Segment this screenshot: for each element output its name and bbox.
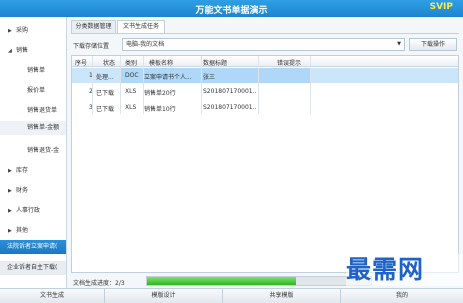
- nav-mine[interactable]: 我的: [341, 289, 463, 303]
- bottom-nav: 文书生成 模版设计 共享模版 我的: [0, 288, 463, 303]
- nav-document-generate[interactable]: 文书生成: [0, 289, 105, 303]
- table-header: 序号 状态 类别 模板名称 数据标题 错误提示: [72, 56, 458, 67]
- cell-template: 销售单10行: [144, 106, 176, 113]
- column-divider: [92, 56, 93, 114]
- sidebar-category-label: 财务: [16, 187, 29, 194]
- progress-track: [146, 276, 372, 286]
- column-header-data-title[interactable]: 数据标题: [203, 58, 227, 67]
- triangle-right-icon: ▶: [8, 28, 12, 34]
- sidebar-category-label: 人事行政: [16, 207, 41, 214]
- triangle-right-icon: ▶: [8, 208, 12, 214]
- sidebar-category-label: 库存: [16, 167, 29, 174]
- chevron-down-icon: ▼: [397, 41, 401, 47]
- window-title: 万能文书单据演示: [195, 6, 268, 16]
- cell-type: XLS: [125, 88, 137, 95]
- tab-category-data[interactable]: 分类数据管理: [71, 20, 116, 33]
- sidebar-item-sales-return[interactable]: 销售退货单: [0, 105, 66, 114]
- sidebar-category-hr[interactable]: ▶ 人事行政: [0, 205, 66, 214]
- sidebar-item-sales-order[interactable]: 销售单: [0, 65, 66, 74]
- triangle-down-icon: ◢: [8, 48, 12, 54]
- sidebar-item-court-filing[interactable]: 法院诉者立案申请(: [0, 240, 66, 254]
- download-toolbar: 下载存储位置 电脑-我的文档 ▼ 下载操作: [71, 38, 459, 51]
- sidebar-category-other[interactable]: ▶ 其他: [0, 225, 66, 234]
- column-divider: [201, 56, 202, 114]
- task-table: 序号 状态 类别 模板名称 数据标题 错误提示 1 处理... DOC 立案申请…: [71, 55, 459, 273]
- cell-data-title: 张三: [203, 74, 216, 81]
- sidebar-category-label: 其他: [16, 227, 29, 234]
- table-row[interactable]: 1 处理... DOC 立案申请书个人... 张三: [72, 68, 458, 83]
- title-bar: 万能文书单据演示 SVIP: [0, 0, 463, 17]
- nav-template-design[interactable]: 模版设计: [105, 289, 223, 303]
- column-divider: [310, 56, 311, 114]
- sidebar-item-sales-amount[interactable]: 销售单-金额: [0, 121, 66, 135]
- column-header-number[interactable]: 序号: [75, 58, 87, 67]
- sidebar-category-label: 销售: [16, 47, 29, 54]
- sidebar-category-inventory[interactable]: ▶ 库存: [0, 165, 66, 174]
- table-row[interactable]: 2 已下载 XLS 销售单20行 S201807170001...: [72, 84, 458, 99]
- sidebar-category-purchase[interactable]: ▶ 采购: [0, 25, 66, 34]
- cell-type: XLS: [125, 104, 137, 111]
- sidebar-category-sales[interactable]: ◢ 销售: [0, 45, 66, 54]
- cell-status: 已下载: [96, 106, 115, 113]
- table-row[interactable]: 3 已下载 XLS 销售单10行 S201807170001...: [72, 100, 458, 115]
- sidebar-category-label: 采购: [16, 27, 29, 34]
- progress-fill: [147, 277, 297, 285]
- sidebar-category-finance[interactable]: ▶ 财务: [0, 185, 66, 194]
- triangle-right-icon: ▶: [8, 228, 12, 234]
- column-header-template[interactable]: 模板名称: [149, 58, 173, 67]
- cell-type: DOC: [125, 72, 139, 79]
- cell-data-title: S201807170001...: [203, 104, 257, 111]
- sidebar-item-return-amount[interactable]: 销售退货-金: [0, 145, 66, 154]
- triangle-right-icon: ▶: [8, 188, 12, 194]
- watermark-logo: 最需网: [346, 254, 463, 286]
- sidebar-item-enterprise-download[interactable]: 企业诉者自主下载(: [0, 261, 66, 275]
- column-header-error[interactable]: 错误提示: [277, 58, 301, 67]
- column-divider: [258, 56, 259, 114]
- column-header-status[interactable]: 状态: [103, 58, 115, 67]
- cell-template: 立案申请书个人...: [144, 74, 192, 81]
- download-location-select[interactable]: 电脑-我的文档 ▼: [122, 38, 405, 51]
- sidebar-item-quote[interactable]: 报价单: [0, 85, 66, 94]
- cell-status: 处理...: [96, 74, 114, 81]
- progress-label: 文档生成进度：2/3: [73, 280, 125, 287]
- tab-document-tasks[interactable]: 文书生成任务: [117, 20, 165, 34]
- download-location-label: 下载存储位置: [73, 43, 110, 50]
- cell-template: 销售单20行: [144, 90, 176, 97]
- triangle-right-icon: ▶: [8, 168, 12, 174]
- column-header-type[interactable]: 类别: [125, 58, 137, 67]
- sidebar: ▶ 采购 ◢ 销售 销售单 报价单 销售退货单 销售单-金额 销售退货-金 ▶ 库存 …: [0, 17, 67, 288]
- tab-divider: [71, 33, 459, 34]
- svip-badge[interactable]: SVIP: [430, 2, 453, 12]
- column-divider: [120, 56, 121, 114]
- download-button[interactable]: 下载操作: [409, 38, 457, 51]
- cell-data-title: S201807170001...: [203, 88, 257, 95]
- cell-status: 已下载: [96, 90, 115, 97]
- download-location-value: 电脑-我的文档: [126, 41, 165, 48]
- nav-shared-templates[interactable]: 共享模版: [223, 289, 341, 303]
- column-divider: [143, 56, 144, 114]
- main-panel: 分类数据管理 文书生成任务 下载存储位置 电脑-我的文档 ▼ 下载操作 序号 状…: [67, 17, 463, 288]
